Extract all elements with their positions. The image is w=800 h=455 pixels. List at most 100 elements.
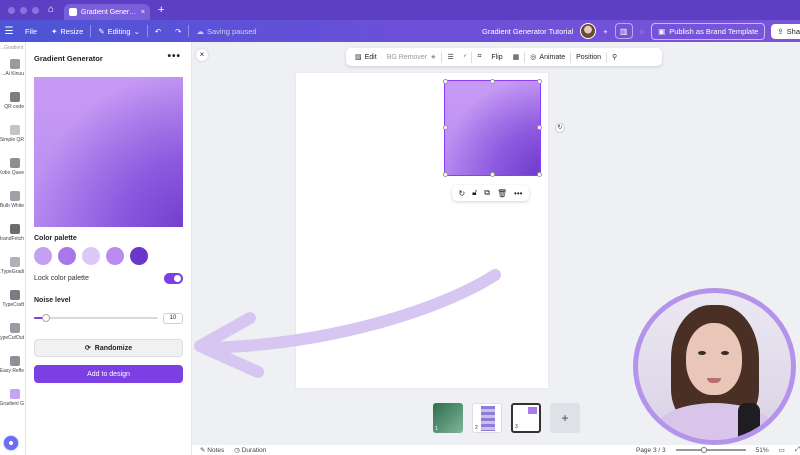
more-icon[interactable]: •••: [514, 189, 522, 198]
app-icon: [10, 157, 20, 168]
page-number: 3: [515, 424, 518, 430]
document-title[interactable]: Gradient Generator Tutorial: [475, 27, 580, 36]
animate-button[interactable]: ◎ Animate: [525, 53, 570, 62]
border-style-icon[interactable]: ☰: [442, 53, 458, 61]
browser-tab[interactable]: Gradient Generato... ×: [64, 4, 150, 20]
app-label: Simple QR...: [0, 136, 24, 143]
crop-icon[interactable]: ⌗: [472, 53, 486, 61]
comments-icon[interactable]: ◌: [633, 27, 651, 36]
transparency-icon[interactable]: ▦: [508, 53, 525, 61]
main-menu-icon[interactable]: ☰: [0, 26, 18, 37]
rail-app-item[interactable]: TypeGradi...: [0, 249, 25, 282]
rotate-icon[interactable]: ↻: [458, 189, 465, 198]
cloud-icon: ☁: [196, 26, 204, 36]
noise-slider-thumb[interactable]: [42, 314, 51, 322]
page-indicator[interactable]: Page 3 / 3: [636, 447, 666, 454]
resize-handle[interactable]: [443, 172, 448, 177]
close-panel-icon[interactable]: ×: [196, 49, 208, 61]
rail-app-item[interactable]: Ai Kinuu...: [0, 51, 25, 84]
add-to-design-button[interactable]: Add to design: [34, 365, 183, 383]
bg-remover-label: BG Remover: [386, 53, 428, 61]
tab-close-icon[interactable]: ×: [141, 9, 145, 16]
rotate-icon[interactable]: ↻: [555, 123, 565, 133]
editor-header: ☰ File ✦ Resize ✎ Editing ⌄ ↶ ↷ ☁ Saving…: [0, 20, 800, 42]
duration-label: Duration: [241, 447, 267, 454]
flip-button[interactable]: Flip: [486, 54, 507, 61]
grid-view-icon[interactable]: ▭: [779, 446, 785, 454]
redo-icon[interactable]: ↷: [168, 27, 188, 36]
notes-icon: ✎: [200, 447, 206, 454]
browser-tab-strip: ⌂ Gradient Generato... × +: [0, 0, 800, 20]
window-controls[interactable]: [0, 6, 44, 14]
noise-level-label: Noise level: [34, 297, 71, 304]
apps-rail: ...Gradient Ai Kinuu... QR code Simple QR.…: [0, 42, 26, 455]
page-number: 2: [475, 425, 478, 431]
zoom-slider[interactable]: [675, 447, 746, 453]
noise-slider[interactable]: [34, 314, 158, 322]
share-button[interactable]: ⇪ Sha: [771, 23, 800, 39]
resize-handle[interactable]: [443, 125, 448, 130]
add-collaborator-icon[interactable]: +: [596, 27, 614, 36]
resize-handle[interactable]: [537, 172, 542, 177]
selected-gradient-element[interactable]: [444, 80, 541, 176]
magic-assistant-icon[interactable]: [3, 435, 19, 451]
resize-handle[interactable]: [537, 79, 542, 84]
duplicate-icon[interactable]: ⧉: [484, 188, 490, 198]
app-icon: [10, 256, 20, 267]
color-swatch[interactable]: [106, 247, 124, 265]
editing-mode-dropdown[interactable]: ✎ Editing ⌄: [91, 27, 147, 36]
resize-button[interactable]: ✦ Resize: [44, 27, 90, 36]
delete-icon[interactable]: 🗑︎: [497, 189, 507, 198]
resize-handle[interactable]: [490, 79, 495, 84]
duration-button[interactable]: ◷ Duration: [234, 446, 266, 454]
zoom-slider-thumb[interactable]: [700, 447, 707, 453]
add-page-button[interactable]: +: [550, 403, 580, 433]
context-toolbar: ▨ Edit BG Remover ★ ☰ ◜ ⌗ Flip ▦ ◎ Anima…: [346, 48, 662, 66]
insights-icon[interactable]: ▥: [614, 23, 633, 39]
rail-app-item[interactable]: Kobo Quee...: [0, 150, 25, 183]
resize-label: Resize: [60, 26, 84, 36]
page-thumbnail-selected[interactable]: 3: [511, 403, 541, 433]
rail-app-item[interactable]: Simple QR...: [0, 117, 25, 150]
noise-value-input[interactable]: 10: [163, 313, 183, 324]
more-options-icon[interactable]: •••: [167, 51, 181, 62]
corner-rounding-icon[interactable]: ◜: [459, 53, 472, 61]
lock-palette-toggle[interactable]: [164, 273, 183, 284]
notes-button[interactable]: ✎ Notes: [200, 446, 224, 454]
resize-handle[interactable]: [490, 172, 495, 177]
rail-app-item[interactable]: Gradient G...: [0, 381, 25, 414]
presenter-eye: [721, 351, 729, 355]
randomize-label: Randomize: [94, 344, 133, 352]
rail-app-item[interactable]: TypeCutOut: [0, 315, 25, 348]
bg-remover-button[interactable]: BG Remover ★: [382, 53, 442, 62]
publish-brand-template-button[interactable]: ▣ Publish as Brand Template: [651, 22, 766, 40]
page-thumbnail[interactable]: 2: [472, 403, 502, 433]
zoom-level[interactable]: 51%: [756, 447, 769, 454]
randomize-button[interactable]: ⟳ Randomize: [34, 339, 183, 357]
presenter-webcam: [633, 288, 796, 445]
color-swatch[interactable]: [34, 247, 52, 265]
lock-icon[interactable]: 🔓︎: [472, 188, 477, 198]
home-icon[interactable]: ⌂: [44, 3, 58, 17]
resize-handle[interactable]: [537, 125, 542, 130]
rail-app-item[interactable]: BrandFetch: [0, 216, 25, 249]
resize-handle[interactable]: [443, 79, 448, 84]
edit-image-button[interactable]: ▨ Edit: [350, 53, 382, 62]
color-swatch[interactable]: [130, 247, 148, 265]
rail-app-item[interactable]: Bulb White...: [0, 183, 25, 216]
undo-icon[interactable]: ↶: [148, 27, 168, 36]
color-palette-label: Color palette: [34, 235, 77, 242]
rail-app-item[interactable]: TypeCraft: [0, 282, 25, 315]
page-thumbnail[interactable]: 1: [433, 403, 463, 433]
file-menu[interactable]: File: [18, 27, 44, 36]
color-swatch[interactable]: [82, 247, 100, 265]
rail-app-item[interactable]: QR code: [0, 84, 25, 117]
paint-format-icon[interactable]: ⚲: [607, 53, 622, 61]
template-icon: ▣: [658, 26, 666, 36]
collaborator-avatar[interactable]: [580, 23, 597, 39]
color-swatch[interactable]: [58, 247, 76, 265]
new-tab-button[interactable]: +: [158, 4, 164, 16]
rail-app-item[interactable]: Easy Refle...: [0, 348, 25, 381]
fullscreen-icon[interactable]: ⤢: [795, 446, 800, 454]
position-button[interactable]: Position: [571, 54, 606, 61]
